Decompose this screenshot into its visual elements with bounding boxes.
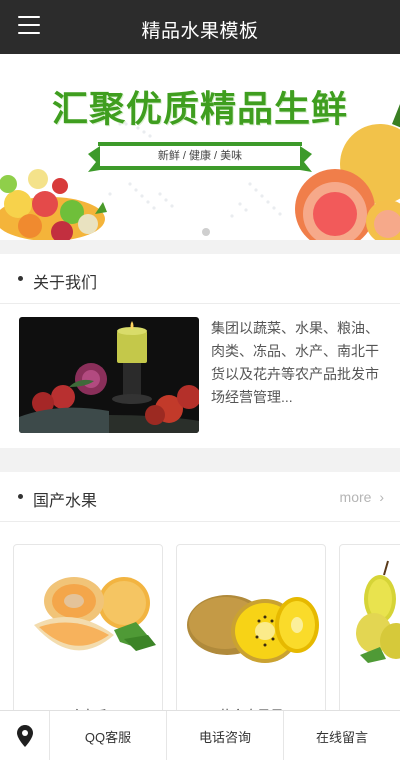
online-message-label: 在线留言: [315, 729, 368, 745]
domestic-title[interactable]: 国产水果: [33, 487, 97, 511]
domestic-section-header: 国产水果 more ›: [0, 472, 400, 522]
about-image[interactable]: [19, 317, 199, 433]
page-title: 精品水果模板: [141, 21, 259, 42]
product-card[interactable]: 梨: [339, 544, 400, 722]
about-title[interactable]: 关于我们: [33, 269, 97, 293]
domestic-fruit-section: 国产水果 more › 哈密瓜: [0, 472, 400, 722]
bullet-icon: [18, 276, 23, 281]
about-description: 集团以蔬菜、水果、粮油、肉类、冻品、水产、南北干货以及花卉等农产品批发市场经营管…: [211, 320, 379, 405]
product-carousel[interactable]: 哈密瓜 黄金奇异果: [0, 522, 400, 722]
qq-service-button[interactable]: QQ客服: [50, 711, 167, 760]
pear-image: [356, 560, 400, 663]
more-link[interactable]: more ›: [340, 489, 384, 505]
online-message-button[interactable]: 在线留言: [284, 711, 400, 760]
map-pin-icon: [16, 725, 33, 747]
hero-banner[interactable]: 汇聚优质精品生鲜 新鲜 / 健康 / 美味: [0, 54, 400, 240]
product-card[interactable]: 黄金奇异果: [176, 544, 326, 722]
banner-headline: 汇聚优质精品生鲜: [51, 88, 348, 130]
slide-indicator-dot[interactable]: [202, 228, 210, 236]
banner-ribbon-text: 新鲜 / 健康 / 美味: [157, 150, 243, 162]
bullet-icon: [18, 494, 23, 499]
more-label: more: [339, 489, 372, 505]
bottom-nav-bar: QQ客服 电话咨询 在线留言: [0, 710, 400, 760]
still-life-fruit-image: [19, 317, 199, 433]
qq-service-label: QQ客服: [84, 729, 132, 745]
phone-consult-button[interactable]: 电话咨询: [167, 711, 284, 760]
about-section-header: 关于我们: [0, 254, 400, 304]
golden-kiwi-image: [187, 595, 319, 663]
phone-consult-label: 电话咨询: [198, 729, 251, 745]
melon-image: [34, 577, 156, 651]
about-section: 关于我们 集团以蔬菜、水果、粮油、肉类、冻品、水产、南北干货以及花卉等农产品批发…: [0, 254, 400, 448]
chevron-right-icon: ›: [379, 489, 384, 505]
location-button[interactable]: [0, 711, 50, 760]
top-header: 精品水果模板: [0, 0, 400, 54]
product-card[interactable]: 哈密瓜: [13, 544, 163, 722]
about-body: 集团以蔬菜、水果、粮油、肉类、冻品、水产、南北干货以及花卉等农产品批发市场经营管…: [0, 304, 400, 460]
